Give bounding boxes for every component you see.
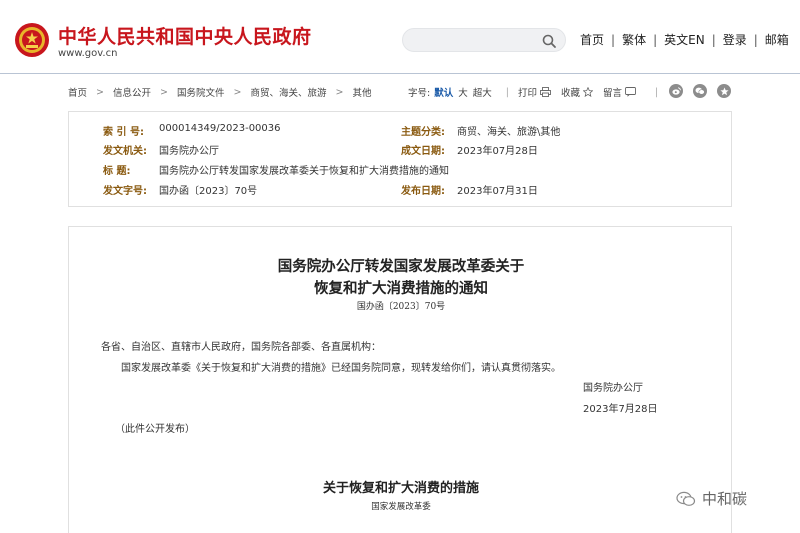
document-title-line1: 国务院办公厅转发国家发展改革委关于 [277, 258, 525, 275]
sign-date: 2023年7月28日 [583, 404, 658, 415]
salutation: 各省、自治区、直辖市人民政府，国务院各部委、各直属机构： [101, 342, 381, 353]
wechat-icon[interactable] [693, 84, 707, 98]
site-title[interactable]: 中华人民共和国中央人民政府 [58, 22, 312, 49]
index-value: 000014349/2023-00036 [159, 123, 281, 134]
nav-separator: | [711, 32, 716, 47]
nav-traditional-link[interactable]: 繁体 [622, 31, 646, 48]
star-glyph [719, 87, 729, 95]
watermark-text: 中和碳 [702, 490, 748, 508]
created-date-value: 2023年07月28日 [457, 146, 538, 157]
document-title-line2: 恢复和扩大消费措施的通知 [314, 280, 488, 297]
doc-number-label: 发文字号: [103, 186, 147, 197]
weibo-icon[interactable] [669, 84, 683, 98]
breadcrumb-trade[interactable]: 商贸、海关、旅游 [250, 85, 326, 99]
breadcrumb: 首页 > 信息公开 > 国务院文件 > 商贸、海关、旅游 > 其他 [68, 85, 371, 100]
watermark: 中和碳 [676, 488, 747, 509]
tools-separator: | [655, 86, 659, 98]
page-tools: 字号: 默认 大 超大 | 打印 收藏 留言 | [408, 85, 667, 100]
chevron-right-icon: > [96, 86, 104, 98]
index-label: 索 引 号: [103, 127, 144, 138]
top-nav: 首页 | 繁体 | 英文EN | 登录 | 邮箱 [580, 31, 789, 48]
comment-button[interactable]: 留言 [603, 85, 636, 99]
category-label: 主题分类: [401, 127, 445, 138]
body-paragraph: 国家发展改革委《关于恢复和扩大消费的措施》已经国务院同意，现转发给你们，请认真贯… [121, 363, 561, 374]
chevron-right-icon: > [160, 86, 168, 98]
weibo-glyph [671, 87, 681, 95]
issuer-label: 发文机关: [103, 146, 147, 157]
document-info-table: 索 引 号: 000014349/2023-00036 主题分类: 商贸、海关、… [68, 111, 732, 207]
print-button[interactable]: 打印 [518, 85, 551, 99]
signer: 国务院办公厅 [583, 383, 643, 394]
site-header: 中华人民共和国中央人民政府 www.gov.cn 首页 | 繁体 | 英文EN … [0, 0, 800, 74]
nav-separator: | [753, 32, 758, 47]
star-icon[interactable] [717, 84, 731, 98]
comment-label: 留言 [602, 88, 622, 99]
nav-login-link[interactable]: 登录 [723, 31, 747, 48]
title-value: 国务院办公厅转发国家发展改革委关于恢复和扩大消费措施的通知 [159, 166, 449, 177]
search-box [402, 28, 566, 52]
breadcrumb-info-public[interactable]: 信息公开 [113, 85, 151, 99]
publication-note: （此件公开发布） [115, 424, 195, 435]
star-outline-icon [582, 87, 593, 97]
font-size-label: 字号: [408, 88, 431, 99]
nav-english-link[interactable]: 英文EN [664, 31, 705, 48]
breadcrumb-bar: 首页 > 信息公开 > 国务院文件 > 商贸、海关、旅游 > 其他 字号: 默认… [68, 84, 732, 100]
national-emblem-icon[interactable] [14, 22, 50, 58]
measures-title: 关于恢复和扩大消费的措施 [322, 481, 479, 496]
published-date-label: 发布日期: [401, 186, 445, 197]
title-label: 标 题: [103, 166, 131, 177]
wechat-watermark-icon [676, 491, 696, 506]
print-label: 打印 [517, 88, 537, 99]
tools-separator: | [505, 86, 509, 98]
nav-separator: | [611, 32, 616, 47]
comment-icon [625, 87, 636, 97]
chevron-right-icon: > [335, 86, 344, 98]
breadcrumb-home[interactable]: 首页 [68, 85, 87, 99]
breadcrumb-state-council-docs[interactable]: 国务院文件 [177, 85, 225, 99]
search-input[interactable] [413, 31, 537, 49]
doc-number-value: 国办函〔2023〕70号 [159, 186, 258, 197]
wechat-glyph [695, 87, 705, 95]
font-size-large[interactable]: 大 [458, 85, 468, 99]
font-size-xlarge[interactable]: 超大 [473, 85, 492, 99]
measures-issuer: 国家发展改革委 [371, 502, 431, 512]
category-value: 商贸、海关、旅游\其他 [457, 127, 561, 138]
breadcrumb-other[interactable]: 其他 [352, 85, 371, 99]
issuer-value: 国务院办公厅 [159, 146, 219, 157]
font-size-default[interactable]: 默认 [434, 85, 453, 99]
published-date-value: 2023年07月31日 [457, 186, 538, 197]
chevron-right-icon: > [233, 86, 242, 98]
nav-mail-link[interactable]: 邮箱 [765, 31, 789, 48]
document-number: 国办函〔2023〕70号 [356, 302, 446, 312]
document-body: 国务院办公厅转发国家发展改革委关于 恢复和扩大消费措施的通知 国办函〔2023〕… [68, 226, 732, 533]
printer-icon [540, 87, 551, 97]
favorite-button[interactable]: 收藏 [561, 85, 593, 99]
nav-separator: | [653, 32, 658, 47]
share-icons [669, 84, 741, 98]
created-date-label: 成文日期: [401, 146, 445, 157]
nav-home-link[interactable]: 首页 [580, 31, 604, 48]
site-url: www.gov.cn [58, 48, 118, 59]
favorite-label: 收藏 [560, 88, 580, 99]
search-icon[interactable] [541, 33, 557, 49]
